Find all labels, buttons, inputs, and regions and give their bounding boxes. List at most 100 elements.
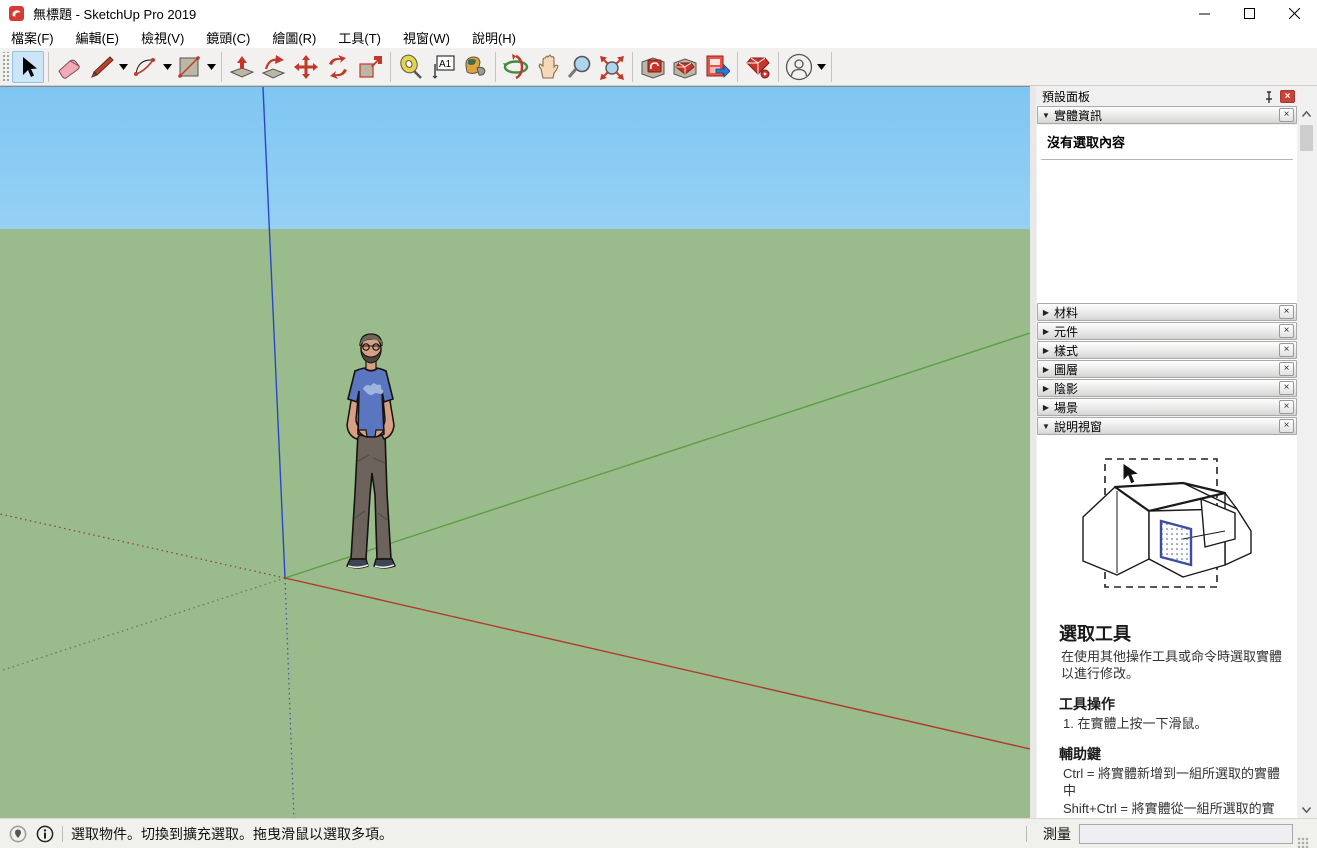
- panel-shadows-header[interactable]: ▶ 陰影 ×: [1037, 379, 1297, 397]
- pan-tool-button[interactable]: [532, 51, 564, 83]
- menu-help[interactable]: 說明(H): [461, 26, 527, 49]
- menu-tools[interactable]: 工具(T): [327, 26, 392, 49]
- menu-edit[interactable]: 編輯(E): [65, 26, 130, 49]
- extension-warehouse-button[interactable]: [669, 51, 701, 83]
- orbit-icon: [503, 54, 529, 80]
- text-tool-button[interactable]: A1: [427, 51, 459, 83]
- paint-bucket-icon: [462, 54, 488, 80]
- zoom-extents-icon: [599, 54, 625, 80]
- tape-measure-icon: [398, 54, 424, 80]
- info-icon[interactable]: [36, 825, 54, 843]
- tray-header: 預設面板 ×: [1036, 88, 1298, 105]
- expand-arrow-icon: ▶: [1038, 346, 1054, 355]
- arc-tool-dropdown[interactable]: [161, 51, 173, 83]
- panel-materials-header[interactable]: ▶ 材料 ×: [1037, 303, 1297, 321]
- panel-close-icon[interactable]: ×: [1279, 381, 1294, 395]
- status-bar: 選取物件。切換到擴充選取。拖曳滑鼠以選取多項。 測量: [0, 818, 1317, 848]
- instructor-modifier: Ctrl = 將實體新增到一組所選取的實體中: [1063, 765, 1287, 799]
- instructor-title: 選取工具: [1059, 620, 1297, 646]
- no-selection-message: 沒有選取內容: [1037, 125, 1297, 151]
- zoom-tool-button[interactable]: [564, 51, 596, 83]
- panel-close-icon[interactable]: ×: [1279, 108, 1294, 122]
- line-tool-dropdown[interactable]: [117, 51, 129, 83]
- arc-tool-button[interactable]: [129, 51, 161, 83]
- sketchup-logo-icon: [9, 6, 24, 21]
- panel-scenes-header[interactable]: ▶ 場景 ×: [1037, 398, 1297, 416]
- send-to-layout-button[interactable]: [701, 51, 733, 83]
- move-tool-button[interactable]: [290, 51, 322, 83]
- select-arrow-icon: [16, 55, 40, 79]
- paint-bucket-tool-button[interactable]: [459, 51, 491, 83]
- model-viewport[interactable]: [0, 86, 1030, 818]
- rectangle-icon: [176, 54, 202, 80]
- menu-bar: 檔案(F) 編輯(E) 檢視(V) 鏡頭(C) 繪圖(R) 工具(T) 視窗(W…: [0, 26, 1317, 48]
- orbit-tool-button[interactable]: [500, 51, 532, 83]
- zoom-extents-tool-button[interactable]: [596, 51, 628, 83]
- extension-warehouse-icon: [672, 54, 698, 80]
- panel-close-icon[interactable]: ×: [1279, 362, 1294, 376]
- pin-icon[interactable]: [1262, 90, 1276, 104]
- instructor-steps-heading: 工具操作: [1059, 694, 1297, 714]
- measurements-input[interactable]: [1079, 824, 1293, 844]
- panel-close-icon[interactable]: ×: [1279, 400, 1294, 414]
- maximize-button[interactable]: [1227, 0, 1272, 26]
- extension-manager-button[interactable]: [742, 51, 774, 83]
- instructor-modifier: Shift+Ctrl = 將實體從一組所選取的實體中除去: [1063, 800, 1287, 818]
- arc-icon: [132, 54, 158, 80]
- default-tray: 預設面板 × ▼ 實體資訊 × 沒有選取內容 ▶ 材料 × ▶ 元件 × ▶ 樣…: [1036, 86, 1317, 818]
- collapse-arrow-icon: ▼: [1038, 111, 1054, 120]
- measurements-label: 測量: [1043, 824, 1071, 844]
- push-pull-tool-button[interactable]: [226, 51, 258, 83]
- menu-file[interactable]: 檔案(F): [0, 26, 65, 49]
- panel-instructor-header[interactable]: ▼ 說明視窗 ×: [1037, 417, 1297, 435]
- title-bar: 無標題 - SketchUp Pro 2019: [0, 0, 1317, 26]
- drawing-axes: [0, 87, 1030, 818]
- expand-arrow-icon: ▶: [1038, 308, 1054, 317]
- text-icon: A1: [430, 54, 456, 80]
- scale-figure: [325, 333, 415, 579]
- rotate-tool-button[interactable]: [322, 51, 354, 83]
- panel-components-header[interactable]: ▶ 元件 ×: [1037, 322, 1297, 340]
- tray-close-button[interactable]: ×: [1280, 90, 1295, 103]
- scale-tool-button[interactable]: [354, 51, 386, 83]
- account-icon: [785, 53, 813, 81]
- line-tool-button[interactable]: [85, 51, 117, 83]
- menu-window[interactable]: 視窗(W): [392, 26, 461, 49]
- shapes-tool-button[interactable]: [173, 51, 205, 83]
- toolbar-drag-handle[interactable]: [1, 52, 9, 82]
- status-message: 選取物件。切換到擴充選取。拖曳滑鼠以選取多項。: [71, 824, 393, 844]
- minimize-button[interactable]: [1182, 0, 1227, 26]
- select-tool-button[interactable]: [12, 51, 44, 83]
- account-button[interactable]: [783, 51, 815, 83]
- account-dropdown[interactable]: [815, 51, 827, 83]
- tray-scrollbar[interactable]: [1298, 105, 1315, 818]
- instructor-illustration: [1065, 447, 1270, 607]
- scroll-thumb[interactable]: [1300, 125, 1313, 151]
- resize-grip[interactable]: [1297, 837, 1309, 848]
- 3d-warehouse-button[interactable]: [637, 51, 669, 83]
- expand-arrow-icon: ▶: [1038, 403, 1054, 412]
- expand-arrow-icon: ▶: [1038, 384, 1054, 393]
- panel-close-icon[interactable]: ×: [1279, 305, 1294, 319]
- menu-camera[interactable]: 鏡頭(C): [195, 26, 261, 49]
- toolbar: A1: [0, 48, 1317, 86]
- panel-styles-header[interactable]: ▶ 樣式 ×: [1037, 341, 1297, 359]
- shapes-tool-dropdown[interactable]: [205, 51, 217, 83]
- scroll-down-icon[interactable]: [1298, 801, 1315, 818]
- follow-me-tool-button[interactable]: [258, 51, 290, 83]
- panel-close-icon[interactable]: ×: [1279, 324, 1294, 338]
- menu-draw[interactable]: 繪圖(R): [261, 26, 327, 49]
- panel-close-icon[interactable]: ×: [1279, 419, 1294, 433]
- panel-layers-header[interactable]: ▶ 圖層 ×: [1037, 360, 1297, 378]
- instructor-modifiers-heading: 輔助鍵: [1059, 744, 1297, 764]
- close-button[interactable]: [1272, 0, 1317, 26]
- geolocation-icon[interactable]: [9, 825, 27, 843]
- menu-view[interactable]: 檢視(V): [130, 26, 195, 49]
- panel-entity-info-header[interactable]: ▼ 實體資訊 ×: [1037, 106, 1297, 124]
- tape-measure-tool-button[interactable]: [395, 51, 427, 83]
- scroll-up-icon[interactable]: [1298, 105, 1315, 122]
- panel-close-icon[interactable]: ×: [1279, 343, 1294, 357]
- expand-arrow-icon: ▶: [1038, 327, 1054, 336]
- eraser-tool-button[interactable]: [53, 51, 85, 83]
- extension-manager-icon: [745, 54, 771, 80]
